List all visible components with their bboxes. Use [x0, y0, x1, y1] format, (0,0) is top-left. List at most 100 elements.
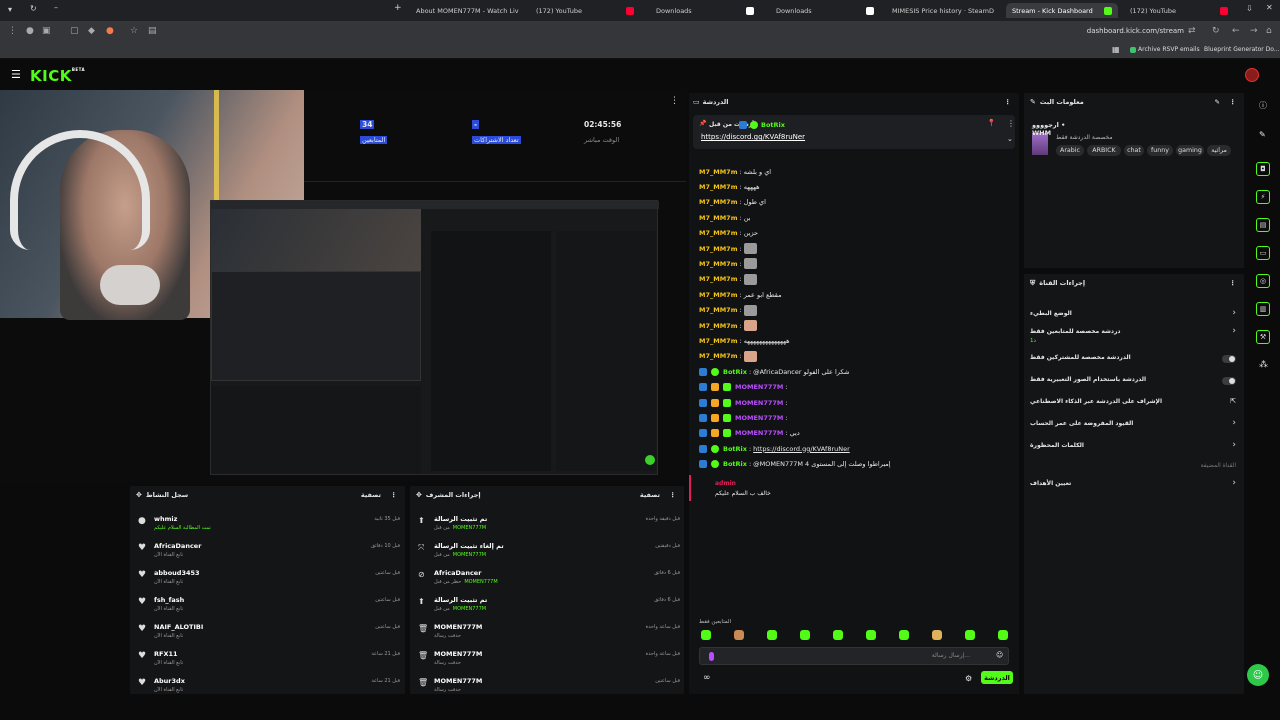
- chat-message[interactable]: M7_MM7m:: [699, 242, 1015, 255]
- tab-downloads-2[interactable]: Downloads: [770, 3, 880, 18]
- lightning-icon[interactable]: ⚡: [1256, 190, 1270, 204]
- mod-action-item[interactable]: ⤧ تم إلغاء تثبيت الرسالة من قبل MOMEN777M قب…: [410, 539, 684, 565]
- info-icon[interactable]: ⓘ: [1259, 100, 1267, 111]
- chat-username[interactable]: M7_MM7m: [699, 322, 737, 330]
- extension-icon[interactable]: ◆: [88, 26, 95, 36]
- chat-settings-icon[interactable]: ⚙: [965, 674, 972, 683]
- emote-icon[interactable]: [767, 630, 777, 640]
- menu-dots-icon[interactable]: ⋮: [8, 26, 17, 36]
- external-link-icon[interactable]: ⇱: [1230, 397, 1236, 405]
- chat-text[interactable]: https://discord.gg/KVAf8ruNer: [753, 445, 850, 453]
- back-icon[interactable]: ←: [1232, 26, 1240, 36]
- tab-about-momen[interactable]: About MOMEN777M - Watch Liv: [410, 3, 525, 18]
- group-icon[interactable]: ⁂: [1259, 360, 1268, 370]
- chat-message[interactable]: M7_MM7m:: [699, 350, 1015, 363]
- chat-input[interactable]: إرسال رسالة...: [890, 652, 970, 659]
- mod-action-by[interactable]: MOMEN777M: [453, 525, 486, 531]
- emote-icon[interactable]: [965, 630, 975, 640]
- emote-icon[interactable]: [998, 630, 1008, 640]
- emote-icon[interactable]: [734, 630, 744, 640]
- bookmark-star-icon[interactable]: ☆: [130, 26, 138, 36]
- channel-action-item[interactable]: الإشراف على الدردشة عبر الذكاء الاصطناعي…: [1024, 396, 1244, 412]
- history-icon[interactable]: ↻: [30, 4, 37, 13]
- channel-action-item[interactable]: الدردشة مخصصة للمشتركين فقط: [1024, 352, 1244, 368]
- stream-tag[interactable]: ARBICK: [1087, 145, 1121, 156]
- chat-input-box[interactable]: إرسال رسالة... ☺: [699, 647, 1009, 665]
- chat-message[interactable]: M7_MM7m: حزين: [699, 227, 1015, 240]
- activity-user[interactable]: NAIF_ALOTIBI: [154, 623, 203, 631]
- chat-username[interactable]: M7_MM7m: [699, 306, 737, 314]
- mic-icon[interactable]: [709, 652, 714, 661]
- chat-username[interactable]: M7_MM7m: [699, 214, 737, 222]
- chat-message[interactable]: M7_MM7m: بن: [699, 211, 1015, 224]
- tab-mimesis[interactable]: MIMESIS Price history · SteamD: [886, 3, 1001, 18]
- chat-username[interactable]: M7_MM7m: [699, 245, 737, 253]
- stream-tag[interactable]: gaming: [1176, 145, 1204, 156]
- toggle-switch[interactable]: [1222, 377, 1236, 385]
- pencil-icon[interactable]: ✎: [1259, 130, 1266, 139]
- chat-username[interactable]: MOMEN777M: [735, 429, 783, 437]
- new-tab-icon[interactable]: +: [394, 3, 402, 13]
- chat-username[interactable]: M7_MM7m: [699, 337, 737, 345]
- chat-username[interactable]: BotRix: [723, 368, 747, 376]
- emote-icon[interactable]: [866, 630, 876, 640]
- tab-downloads-1[interactable]: Downloads: [650, 3, 760, 18]
- chat-send-button[interactable]: الدردشة: [981, 671, 1013, 684]
- mod-action-by[interactable]: MOMEN777M: [453, 606, 486, 612]
- chat-menu-icon[interactable]: ⋮: [1005, 98, 1012, 106]
- pinned-link[interactable]: https://discord.gg/KVAf8ruNer: [701, 133, 805, 141]
- activity-item[interactable]: ♥ abboud3453 تابع القناة الآن قبل ساعتين: [130, 566, 405, 592]
- channel-actions-menu-icon[interactable]: ⋮: [1230, 279, 1237, 287]
- chat-message[interactable]: M7_MM7m: اي و بلشه: [699, 165, 1015, 178]
- hamburger-menu-icon[interactable]: ☰: [11, 68, 21, 81]
- bookmark-archive-rsvp[interactable]: Archive RSVP emails: [1130, 46, 1200, 53]
- user-avatar[interactable]: [1245, 68, 1259, 82]
- mod-action-by[interactable]: MOMEN777M: [453, 552, 486, 558]
- mod-action-by[interactable]: MOMEN777M: [464, 579, 497, 585]
- emote-icon[interactable]: [701, 630, 711, 640]
- chat-message[interactable]: M7_MM7m: مقطع ابو عمر: [699, 288, 1015, 301]
- chat-message[interactable]: M7_MM7m: اي طول: [699, 196, 1015, 209]
- mod-action-item[interactable]: 🗑 MOMEN777M حذفت رسالة قبل ساعتين: [410, 674, 684, 700]
- close-window-icon[interactable]: ✕: [1266, 3, 1273, 12]
- mod-drag-icon[interactable]: ✥: [416, 491, 422, 499]
- chat-users-icon[interactable]: ∞: [703, 673, 711, 683]
- chat-message[interactable]: M7_MM7m: ههههه: [699, 180, 1015, 193]
- emote-icon[interactable]: [800, 630, 810, 640]
- stream-tag[interactable]: funny: [1147, 145, 1173, 156]
- download-icon[interactable]: ⇩: [1246, 4, 1253, 13]
- stats-menu-icon[interactable]: ⋮: [670, 96, 679, 106]
- chat-username[interactable]: BotRix: [723, 460, 747, 468]
- activity-item[interactable]: ♥ Abur3dx تابع القناة الآن قبل 21 ساعة: [130, 674, 405, 700]
- screen-share-icon[interactable]: ◘: [1256, 162, 1270, 176]
- forward-icon[interactable]: →: [1250, 26, 1258, 36]
- channel-action-item[interactable]: الوضع البطيء ›: [1024, 308, 1244, 324]
- chat-message[interactable]: M7_MM7m: ههههههههههههههه: [699, 334, 1015, 347]
- emote-icon[interactable]: [899, 630, 909, 640]
- chat-username[interactable]: M7_MM7m: [699, 352, 737, 360]
- chat-username[interactable]: M7_MM7m: [699, 260, 737, 268]
- extension-icon[interactable]: ▢: [70, 26, 79, 36]
- chevron-right-icon[interactable]: ›: [1232, 308, 1236, 318]
- chat-username[interactable]: MOMEN777M: [735, 414, 783, 422]
- activity-user[interactable]: RFX11: [154, 650, 178, 658]
- emote-icon[interactable]: [833, 630, 843, 640]
- activity-user[interactable]: AfricaDancer: [154, 542, 201, 550]
- chat-username[interactable]: M7_MM7m: [699, 183, 737, 191]
- pinned-menu-icon[interactable]: ⋮: [1007, 119, 1015, 128]
- reload-icon[interactable]: ↻: [1212, 26, 1220, 36]
- chevron-down-icon[interactable]: ⌄: [1007, 135, 1013, 143]
- mod-action-item[interactable]: ⬆ تم تثبيت الرسالة من قبل MOMEN777M قبل 6 دق…: [410, 593, 684, 619]
- home-icon[interactable]: ⌂: [1266, 26, 1272, 36]
- chat-username[interactable]: M7_MM7m: [699, 168, 737, 176]
- extension-icon[interactable]: ▣: [42, 26, 51, 36]
- emote-icon[interactable]: [932, 630, 942, 640]
- mod-menu-icon[interactable]: ⋮: [670, 491, 677, 499]
- tab-kick-dashboard[interactable]: Stream - Kick Dashboard: [1006, 3, 1118, 18]
- emoji-picker-icon[interactable]: ☺: [996, 651, 1003, 659]
- activity-drag-icon[interactable]: ✥: [136, 491, 142, 499]
- chevron-right-icon[interactable]: ›: [1232, 478, 1236, 488]
- chevron-right-icon[interactable]: ›: [1232, 440, 1236, 450]
- url-field[interactable]: dashboard.kick.com/stream: [1087, 27, 1184, 35]
- toggle-switch[interactable]: [1222, 355, 1236, 363]
